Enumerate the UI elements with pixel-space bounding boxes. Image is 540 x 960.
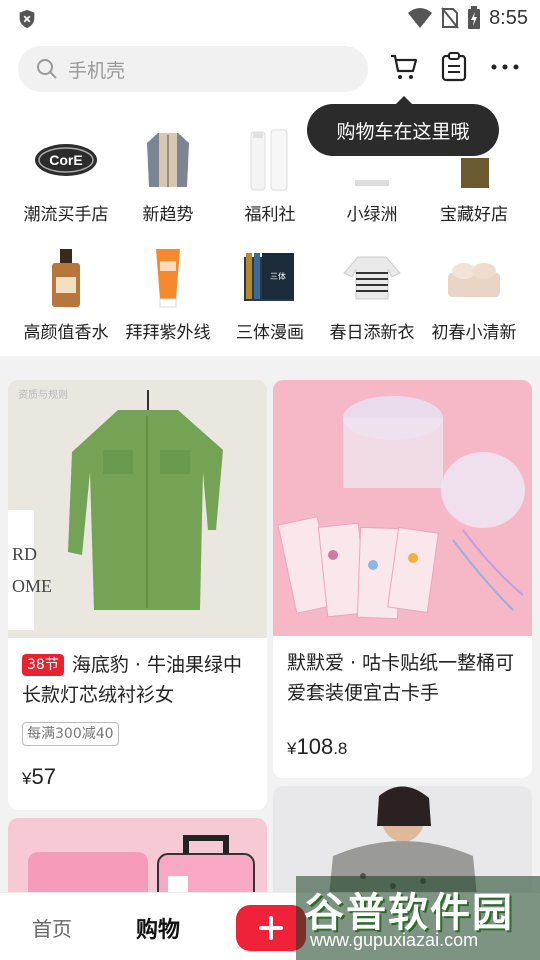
product-title: 默默爱 · 咕卡贴纸一整桶可爱套装便宜古卡手 (287, 652, 515, 704)
perfume-image (31, 244, 101, 312)
site-watermark: 谷普软件园 www.gupuxiazai.com (296, 876, 540, 960)
category-item[interactable]: 高颜值香水 (12, 244, 120, 343)
search-placeholder: 手机壳 (68, 59, 126, 82)
svg-text:RD: RD (12, 544, 37, 564)
watermark-url: www.gupuxiazai.com (310, 930, 479, 950)
jacket-image (133, 126, 203, 194)
status-time: 8:55 (489, 6, 528, 29)
orders-button[interactable] (437, 50, 471, 84)
comic-books-image: 三体 (235, 244, 305, 312)
cart-button[interactable] (387, 50, 421, 84)
search-icon (37, 59, 57, 79)
no-sim-icon (441, 7, 459, 29)
clipboard-icon (441, 52, 467, 82)
category-item[interactable]: 拜拜紫外线 (114, 244, 222, 343)
more-dots-icon (491, 64, 519, 70)
shopping-cart-icon (391, 54, 418, 79)
search-bar[interactable]: 手机壳 (18, 46, 368, 92)
tab-home[interactable]: 首页 (32, 913, 72, 942)
green-shirt-photo: RD OME 资质与规则 (8, 380, 267, 638)
svg-text:OME: OME (12, 576, 52, 596)
bedding-image (439, 244, 509, 312)
status-bar: 8:55 (0, 0, 540, 36)
skincare-bottles-image (235, 126, 305, 194)
cart-tooltip[interactable]: 购物车在这里哦 (307, 96, 499, 156)
coupon-tag: 每满300减40 (22, 722, 119, 746)
core-brand-logo: CorE (31, 126, 101, 194)
product-price: ¥108.8 (287, 734, 348, 759)
category-item[interactable]: 福利社 (216, 126, 324, 225)
plus-icon (259, 916, 283, 940)
shield-icon (19, 9, 35, 29)
category-item[interactable]: 初春小清新 (420, 244, 528, 343)
product-title: 38节 海底豹 · 牛油果绿中长款灯芯绒衬衫女 (22, 654, 242, 706)
svg-text:三体: 三体 (270, 271, 286, 281)
sticker-bucket-photo (273, 380, 532, 636)
festival-badge: 38节 (22, 654, 64, 676)
battery-charging-icon (468, 6, 481, 29)
svg-text:CorE: CorE (49, 152, 82, 168)
category-item[interactable]: CorE 潮流买手店 (12, 126, 120, 225)
category-item[interactable]: 三体 三体漫画 (216, 244, 324, 343)
product-card[interactable]: RD OME 资质与规则 38节 海底豹 · 牛油果绿中长款灯芯绒衬衫女 每满30… (8, 380, 267, 810)
product-card[interactable]: 默默爱 · 咕卡贴纸一整桶可爱套装便宜古卡手 ¥108.8 (273, 380, 532, 778)
tooltip-text: 购物车在这里哦 (336, 120, 470, 143)
top-header: 手机壳 (0, 36, 540, 106)
category-item[interactable]: 春日添新衣 (318, 244, 426, 343)
wifi-icon (408, 8, 433, 28)
sunscreen-image (133, 244, 203, 312)
category-item[interactable]: 新趋势 (114, 126, 222, 225)
qualification-caption: 资质与规则 (18, 390, 68, 401)
tab-shopping[interactable]: 购物 (136, 912, 180, 944)
product-price: ¥57 (22, 764, 56, 789)
striped-sweater-image (337, 244, 407, 312)
more-button[interactable] (488, 50, 522, 84)
